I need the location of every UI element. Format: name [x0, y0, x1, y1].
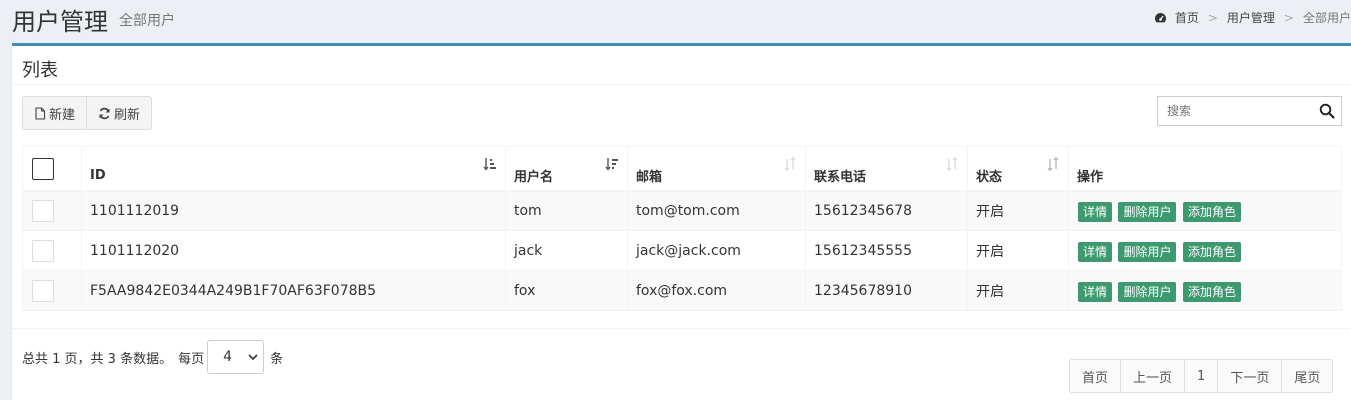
column-header-label: 用户名 — [514, 169, 554, 185]
file-icon — [35, 106, 46, 120]
column-header-label: 邮箱 — [636, 169, 663, 185]
row-checkbox[interactable] — [32, 279, 54, 302]
cell-phone: 12345678910 — [805, 270, 968, 311]
sort-both-icon[interactable] — [1046, 157, 1060, 171]
users-table: ID 用户名 邮箱 联系电话 状态 操作 1101112019 tom tom@… — [22, 146, 1342, 311]
sort-both-icon[interactable] — [783, 157, 797, 171]
detail-button[interactable]: 详情 — [1078, 241, 1113, 262]
page-first-button[interactable]: 首页 — [1069, 359, 1122, 393]
column-header-phone[interactable]: 联系电话 — [805, 146, 968, 192]
pagination-summary: 总共 1 页，共 3 条数据。 — [22, 351, 173, 367]
detail-button[interactable]: 详情 — [1078, 201, 1113, 222]
cell-id: 1101112019 — [81, 190, 506, 231]
cell-actions: 详情 删除用户 添加角色 — [1068, 190, 1342, 231]
page-size-select[interactable]: 4 — [207, 340, 265, 374]
cell-username: jack — [505, 230, 628, 271]
cell-id: F5AA9842E0344A249B1F70AF63F078B5 — [81, 270, 506, 311]
table-header-row: ID 用户名 邮箱 联系电话 状态 操作 — [22, 146, 1342, 192]
breadcrumb: 首页 > 用户管理 > 全部用户 — [1154, 9, 1351, 26]
delete-user-button[interactable]: 删除用户 — [1118, 241, 1177, 262]
table-row[interactable]: 1101112019 tom tom@tom.com 15612345678 开… — [22, 190, 1342, 231]
search-input[interactable] — [1158, 97, 1308, 125]
row-checkbox[interactable] — [32, 199, 54, 222]
box-title: 列表 — [22, 60, 58, 81]
add-role-button[interactable]: 添加角色 — [1182, 241, 1241, 262]
new-button-label: 新建 — [49, 107, 76, 123]
detail-button[interactable]: 详情 — [1078, 281, 1113, 302]
column-header-label: ID — [90, 167, 106, 183]
page-next-button[interactable]: 下一页 — [1218, 359, 1283, 393]
page-last-button[interactable]: 尾页 — [1282, 359, 1334, 393]
refresh-button[interactable]: 刷新 — [87, 96, 153, 130]
delete-user-button[interactable]: 删除用户 — [1118, 281, 1177, 302]
cell-email: tom@tom.com — [627, 190, 806, 231]
page-size-value: 4 — [223, 349, 233, 365]
refresh-icon — [99, 107, 110, 119]
box-header: 列表 — [12, 46, 1351, 85]
dashboard-icon — [1154, 12, 1166, 22]
breadcrumb-home[interactable]: 首页 — [1175, 9, 1199, 26]
page-prev-button[interactable]: 上一页 — [1121, 359, 1186, 393]
cell-username: tom — [505, 190, 628, 231]
cell-actions: 详情 删除用户 添加角色 — [1068, 230, 1342, 271]
toolbar: 新建 刷新 — [22, 96, 153, 130]
cell-actions: 详情 删除用户 添加角色 — [1068, 270, 1342, 311]
sort-desc-icon[interactable] — [605, 157, 619, 171]
new-button[interactable]: 新建 — [22, 96, 88, 130]
cell-email: fox@fox.com — [627, 270, 806, 311]
breadcrumb-separator: > — [1207, 10, 1218, 25]
per-page-label: 每页 — [178, 351, 205, 367]
cell-id: 1101112020 — [81, 230, 506, 271]
column-header-id[interactable]: ID — [81, 146, 506, 192]
page-subtitle: 全部用户 — [119, 13, 175, 29]
column-header-actions: 操作 — [1068, 146, 1342, 192]
refresh-button-label: 刷新 — [114, 107, 141, 123]
sort-asc-icon[interactable] — [483, 157, 497, 171]
breadcrumb-user-management[interactable]: 用户管理 — [1227, 9, 1275, 26]
page-header: 用户管理 全部用户 首页 > 用户管理 > 全部用户 — [0, 0, 1351, 42]
select-all-checkbox[interactable] — [32, 158, 54, 181]
row-checkbox[interactable] — [32, 239, 54, 262]
add-role-button[interactable]: 添加角色 — [1182, 281, 1241, 302]
cell-status: 开启 — [967, 190, 1069, 231]
row-select-cell — [22, 270, 82, 311]
cell-phone: 15612345555 — [805, 230, 968, 271]
per-page-unit: 条 — [270, 351, 284, 367]
page-title: 用户管理 — [12, 8, 108, 36]
select-all-header — [22, 146, 82, 192]
row-select-cell — [22, 230, 82, 271]
sort-both-icon[interactable] — [945, 157, 959, 171]
search-icon[interactable] — [1319, 103, 1335, 119]
table-row[interactable]: 1101112020 jack jack@jack.com 1561234555… — [22, 230, 1342, 271]
pagination: 首页 上一页 1 下一页 尾页 — [1069, 359, 1334, 393]
pagination-info: 总共 1 页，共 3 条数据。 每页 4 条 — [22, 340, 283, 374]
column-header-label: 联系电话 — [814, 169, 867, 185]
cell-status: 开启 — [967, 230, 1069, 271]
cell-username: fox — [505, 270, 628, 311]
delete-user-button[interactable]: 删除用户 — [1118, 201, 1177, 222]
row-select-cell — [22, 190, 82, 231]
page-current-button[interactable]: 1 — [1185, 359, 1219, 393]
cell-email: jack@jack.com — [627, 230, 806, 271]
table-row[interactable]: F5AA9842E0344A249B1F70AF63F078B5 fox fox… — [22, 270, 1342, 311]
add-role-button[interactable]: 添加角色 — [1182, 201, 1241, 222]
cell-status: 开启 — [967, 270, 1069, 311]
column-header-email[interactable]: 邮箱 — [627, 146, 806, 192]
breadcrumb-separator: > — [1283, 10, 1294, 25]
search-box — [1157, 96, 1342, 126]
chevron-down-icon — [248, 354, 258, 361]
column-header-label: 状态 — [976, 169, 1003, 185]
footer-divider — [12, 328, 1351, 329]
breadcrumb-current: 全部用户 — [1302, 11, 1351, 25]
column-header-status[interactable]: 状态 — [967, 146, 1069, 192]
cell-phone: 15612345678 — [805, 190, 968, 231]
column-header-label: 操作 — [1077, 169, 1104, 185]
list-box: 列表 新建 刷新 搜索 ID 用户名 邮箱 联系电话 状态 操作 1101112… — [12, 43, 1351, 400]
column-header-username[interactable]: 用户名 — [505, 146, 628, 192]
